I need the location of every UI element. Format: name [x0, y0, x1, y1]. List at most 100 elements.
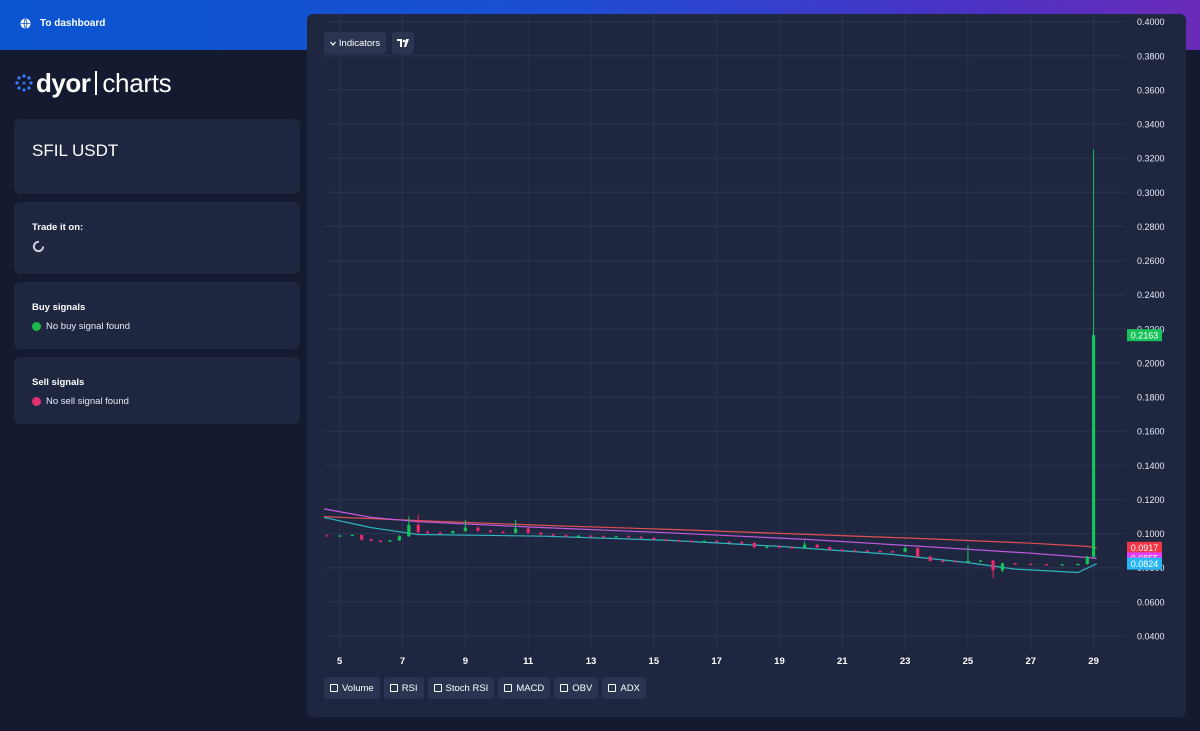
buy-signal-text: No buy signal found	[46, 321, 130, 332]
macd-toggle[interactable]: MACD	[498, 677, 551, 699]
volume-toggle[interactable]: Volume	[324, 677, 380, 699]
buy-signal-status: No buy signal found	[32, 321, 130, 332]
y-tick-label: 0.3000	[1137, 188, 1165, 198]
x-tick-label: 17	[711, 656, 722, 667]
logo-brand: dyor	[36, 67, 91, 98]
candle-body	[360, 534, 364, 540]
candle-body	[1029, 563, 1033, 566]
candle	[752, 542, 756, 549]
candle-body	[589, 535, 593, 537]
candle-body	[890, 551, 895, 553]
candle	[689, 540, 694, 543]
candle	[451, 530, 455, 534]
y-tick-label: 0.2800	[1137, 222, 1165, 232]
y-tick-label: 0.3200	[1137, 154, 1165, 164]
logo-product: charts	[102, 67, 172, 98]
tradingview-button[interactable]	[392, 32, 414, 54]
logo-separator	[95, 71, 98, 95]
volume-label: Volume	[342, 682, 374, 694]
candle	[815, 543, 819, 549]
obv-toggle[interactable]: OBV	[554, 677, 599, 699]
candle-body	[878, 551, 882, 553]
x-tick-label: 27	[1025, 656, 1036, 667]
chevron-down-icon	[329, 41, 336, 46]
candle	[639, 536, 643, 539]
candle-body	[727, 541, 731, 544]
candle-body	[627, 536, 631, 538]
obv-label: OBV	[572, 682, 593, 694]
candle-body	[752, 543, 756, 548]
candle	[840, 548, 844, 552]
candle	[369, 538, 373, 542]
adx-toggle[interactable]: ADX	[602, 677, 646, 699]
candle	[338, 535, 342, 537]
indicator-toggles: Volume RSI Stoch RSI MACD OBV ADX	[324, 677, 646, 699]
candle-body	[978, 560, 983, 562]
candle-body	[740, 542, 744, 544]
candle-body	[1060, 564, 1064, 566]
sell-signal-status: No sell signal found	[32, 396, 129, 407]
checkbox-icon	[504, 684, 513, 692]
adx-label: ADX	[620, 682, 640, 694]
candle-body	[1013, 563, 1017, 565]
dyor-charts-logo[interactable]: dyor charts	[14, 67, 172, 98]
candle	[1060, 563, 1064, 566]
candle	[325, 534, 329, 537]
x-axis-ticks: 5 7 9 11 13 15 17 19 21 23 25 27 29	[337, 656, 1099, 667]
x-tick-label: 9	[463, 656, 468, 667]
pair-name: SFIL USDT	[32, 141, 119, 160]
candle-body	[853, 550, 857, 552]
candle	[828, 546, 832, 551]
candle-body	[451, 531, 455, 534]
candle	[903, 545, 907, 553]
checkbox-icon	[608, 684, 617, 692]
candle	[397, 535, 401, 541]
y-tick-label: 0.4000	[1137, 17, 1165, 27]
price-badge-label: 0.0917	[1131, 543, 1159, 553]
indicators-button[interactable]: Indicators	[324, 32, 386, 54]
price-badge: 0.0917	[1127, 541, 1162, 554]
candle-body	[941, 560, 945, 563]
candle	[350, 534, 354, 537]
candle-body	[815, 544, 819, 548]
candle-body	[1085, 556, 1089, 564]
x-tick-label: 29	[1088, 656, 1099, 667]
y-tick-label: 0.3600	[1137, 85, 1165, 95]
candle	[614, 535, 618, 538]
candle-body	[916, 548, 920, 557]
x-tick-label: 19	[774, 656, 785, 667]
candle	[576, 534, 581, 538]
price-badge-label: 0.2163	[1131, 330, 1159, 340]
trade-card: Trade it on:	[14, 202, 300, 274]
candle	[589, 534, 593, 537]
candle	[991, 560, 995, 578]
spinner-icon	[32, 240, 45, 253]
y-tick-label: 0.0400	[1137, 632, 1165, 642]
candle	[1044, 563, 1049, 566]
candle-body	[564, 535, 568, 537]
price-badge-label: 0.0824	[1131, 559, 1159, 569]
candle-body	[652, 537, 656, 540]
candle	[865, 549, 870, 552]
candle-body	[463, 527, 467, 532]
back-to-dashboard-link[interactable]: To dashboard	[20, 18, 105, 29]
x-tick-label: 23	[900, 656, 911, 667]
price-chart[interactable]: 0.4000 0.3800 0.3600 0.3400 0.3200 0.3000 0.28…	[307, 14, 1186, 717]
rsi-toggle[interactable]: RSI	[383, 677, 424, 699]
trade-title: Trade it on:	[32, 222, 84, 233]
macd-label: MACD	[516, 682, 545, 694]
candle	[727, 541, 731, 544]
x-tick-label: 11	[523, 656, 534, 667]
candle-body	[388, 540, 392, 542]
y-tick-label: 0.1400	[1137, 461, 1165, 471]
candle-body	[539, 532, 543, 535]
candle	[1000, 562, 1005, 573]
candle-body	[416, 525, 420, 532]
checkbox-icon	[560, 684, 569, 692]
y-tick-label: 0.2000	[1137, 358, 1165, 368]
checkbox-icon	[433, 684, 442, 692]
candle-body	[488, 530, 493, 532]
stoch-rsi-toggle[interactable]: Stoch RSI	[427, 677, 495, 699]
y-tick-label: 0.1000	[1137, 529, 1165, 539]
candle-body	[1076, 563, 1080, 566]
